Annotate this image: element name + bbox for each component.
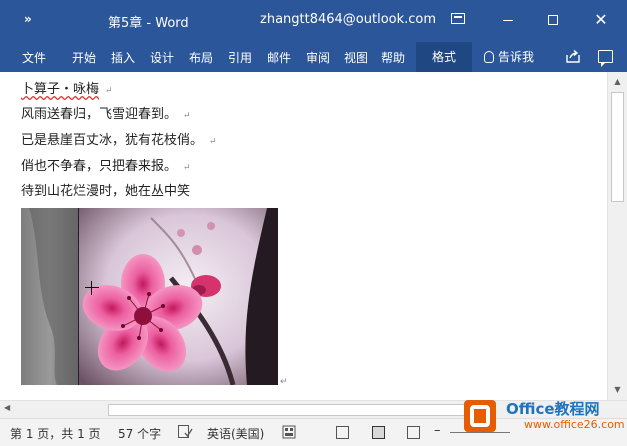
tab-design[interactable]: 设计 xyxy=(150,49,174,66)
vertical-scroll-thumb[interactable] xyxy=(611,92,624,202)
maximize-button[interactable] xyxy=(530,0,576,40)
page-count[interactable]: 第 1 页，共 1 页 xyxy=(10,425,101,442)
tab-review[interactable]: 审阅 xyxy=(306,49,330,66)
poem-line-text: 待到山花烂漫时，她在丛中笑 xyxy=(21,184,191,199)
minimize-button[interactable] xyxy=(485,0,531,40)
plum-blossom-photo xyxy=(21,208,278,385)
document-title: 第5章 - Word xyxy=(108,16,189,31)
comments-icon[interactable] xyxy=(598,50,613,67)
poem-title: 卜算子・咏梅 ↵ xyxy=(21,78,113,97)
minimize-icon xyxy=(503,19,513,21)
poem-line-3: 俏也不争春，只把春来报。 ↵ xyxy=(21,155,191,174)
share-icon[interactable] xyxy=(566,50,580,63)
paragraph-mark: ↵ xyxy=(209,137,217,147)
poem-line-1: 风雨送春归，飞雪迎春到。 ↵ xyxy=(21,103,191,122)
document-canvas[interactable]: 卜算子・咏梅 ↵ 风雨送春归，飞雪迎春到。 ↵ 已是悬崖百丈冰，犹有花枝俏。 ↵ 俏也… xyxy=(0,72,607,400)
tab-mailings[interactable]: 邮件 xyxy=(267,49,291,66)
paragraph-mark: ↵ xyxy=(105,86,113,96)
account-name[interactable]: zhangtt8464@outlook.com xyxy=(260,12,436,27)
tab-picture-format[interactable]: 格式 xyxy=(416,42,472,72)
paragraph-mark: ↵ xyxy=(183,163,191,173)
lightbulb-icon xyxy=(484,51,494,63)
inserted-picture[interactable] xyxy=(21,208,278,385)
poem-line-4: 待到山花烂漫时，她在丛中笑 xyxy=(21,180,190,199)
watermark-site-name: Office教程网 xyxy=(506,400,600,418)
close-button[interactable]: ✕ xyxy=(578,0,624,40)
maximize-icon xyxy=(548,15,558,25)
tab-view[interactable]: 视图 xyxy=(344,49,368,66)
ribbon-display-options-icon[interactable] xyxy=(451,13,465,24)
read-mode-icon[interactable] xyxy=(336,426,349,439)
scroll-up-arrow-icon[interactable]: ▲ xyxy=(608,74,627,90)
tell-me-button[interactable]: 告诉我 xyxy=(484,48,534,65)
zoom-out-icon[interactable]: – xyxy=(434,423,441,438)
tab-references[interactable]: 引用 xyxy=(228,49,252,66)
paragraph-mark: ↵ xyxy=(183,111,191,121)
poem-line-text: 俏也不争春，只把春来报。 xyxy=(21,159,178,174)
office-logo-icon xyxy=(464,400,496,432)
ribbon-tabs: 文件 开始 插入 设计 布局 引用 邮件 审阅 视图 帮助 格式 告诉我 xyxy=(0,42,627,72)
tab-insert[interactable]: 插入 xyxy=(111,49,135,66)
watermark-site-url: www.office26.com xyxy=(524,418,625,431)
watermark-logo: Office教程网 www.office26.com xyxy=(462,392,627,442)
crop-cursor-icon xyxy=(85,281,99,295)
horizontal-scroll-thumb[interactable] xyxy=(108,404,472,416)
tab-file[interactable]: 文件 xyxy=(22,49,46,66)
print-layout-icon[interactable] xyxy=(372,426,385,439)
proofing-icon[interactable] xyxy=(178,425,193,439)
tab-help[interactable]: 帮助 xyxy=(381,49,405,66)
web-layout-icon[interactable] xyxy=(407,426,420,439)
language-indicator[interactable]: 英语(美国) xyxy=(207,425,264,442)
vertical-scrollbar[interactable]: ▲ ▼ xyxy=(607,72,627,400)
tab-layout[interactable]: 布局 xyxy=(189,49,213,66)
poem-line-2: 已是悬崖百丈冰，犹有花枝俏。 ↵ xyxy=(21,129,217,148)
poem-line-text: 已是悬崖百丈冰，犹有花枝俏。 xyxy=(21,133,204,148)
tell-me-label: 告诉我 xyxy=(498,50,535,64)
customize-quick-access-icon[interactable]: » xyxy=(24,12,32,26)
word-count[interactable]: 57 个字 xyxy=(118,425,161,442)
poem-line-text: 风雨送春归，飞雪迎春到。 xyxy=(21,107,178,122)
paragraph-mark: ↵ xyxy=(280,377,288,387)
macro-recording-icon[interactable] xyxy=(282,425,296,439)
tab-home[interactable]: 开始 xyxy=(72,49,96,66)
title-bar: » 第5章 - Word zhangtt8464@outlook.com ✕ xyxy=(0,0,627,42)
scroll-left-arrow-icon[interactable]: ◀ xyxy=(4,403,10,412)
spellcheck-underline: 卜算子・咏梅 xyxy=(21,82,100,97)
